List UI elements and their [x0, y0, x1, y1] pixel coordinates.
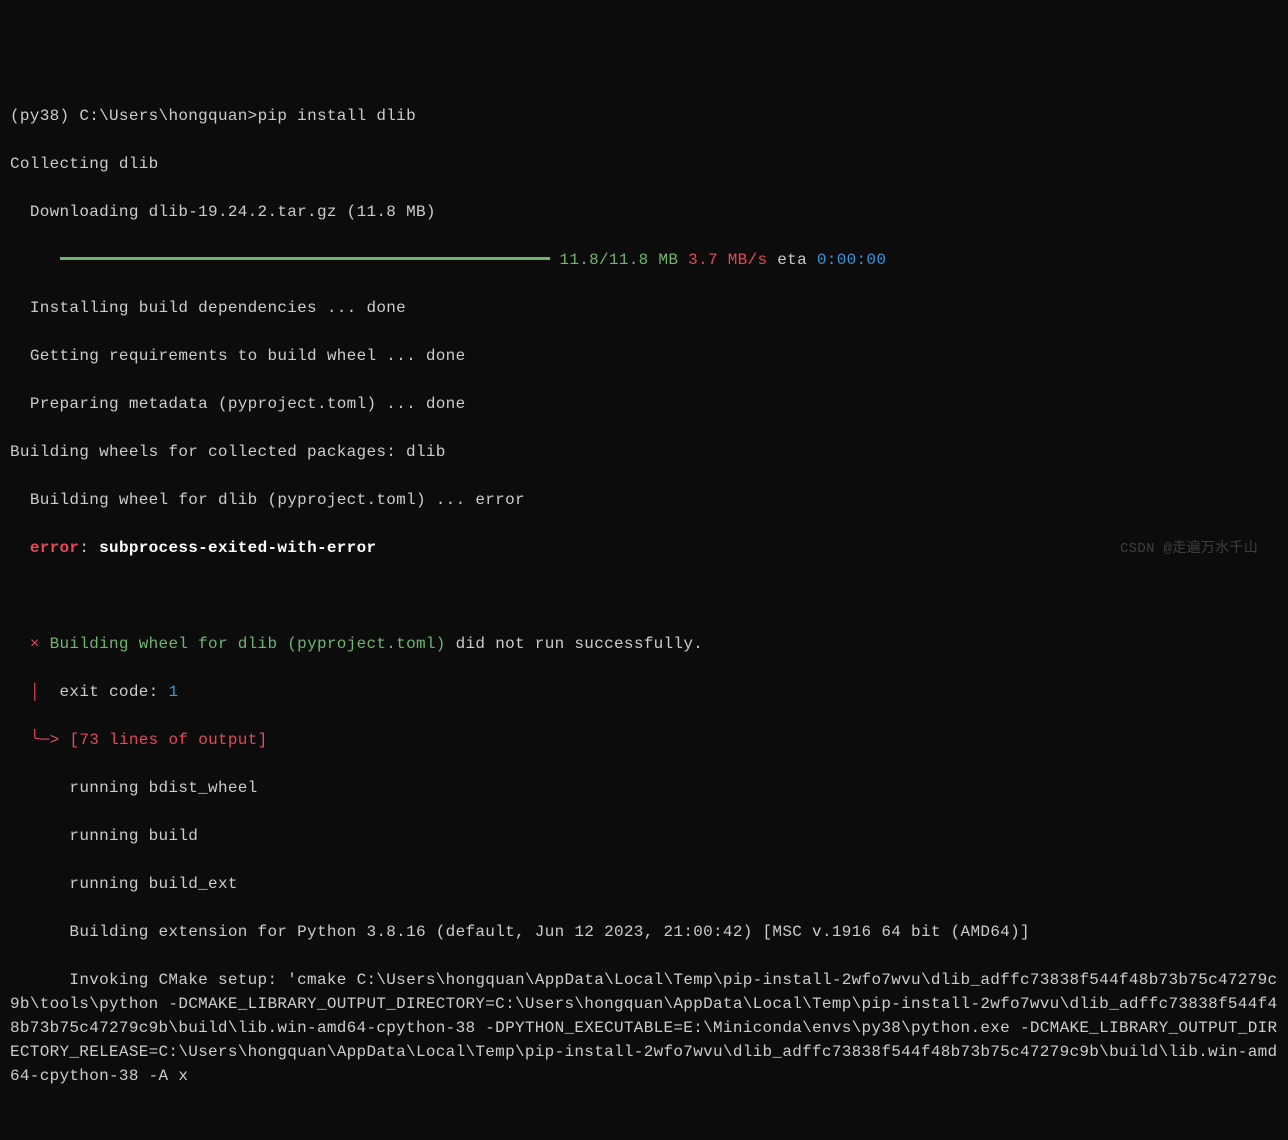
exit-code-label: exit code:	[40, 683, 169, 701]
cross-icon: ×	[30, 635, 40, 653]
output-line: Building extension for Python 3.8.16 (de…	[10, 920, 1278, 944]
progress-speed: 3.7 MB/s	[688, 251, 767, 269]
eta-label: eta	[777, 251, 807, 269]
output-line: Collecting dlib	[10, 152, 1278, 176]
output-line: Building wheel for dlib (pyproject.toml)…	[10, 488, 1278, 512]
command: pip install dlib	[258, 107, 416, 125]
prompt-line: (py38) C:\Users\hongquan>pip install dli…	[10, 104, 1278, 128]
arrow-icon: ╰─>	[30, 731, 60, 749]
error-detail-line: × Building wheel for dlib (pyproject.tom…	[10, 632, 1278, 656]
output-line: running build	[10, 824, 1278, 848]
eta-value: 0:00:00	[817, 251, 886, 269]
env-name: (py38)	[10, 107, 69, 125]
output-line: Getting requirements to build wheel ... …	[10, 344, 1278, 368]
pipe-icon: │	[30, 683, 40, 701]
error-message: subprocess-exited-with-error	[99, 539, 376, 557]
path: C:\Users\hongquan>	[79, 107, 257, 125]
output-label: [73 lines of output]	[69, 731, 267, 749]
progress-bar	[60, 257, 550, 260]
error-detail-line: ╰─> [73 lines of output]	[10, 728, 1278, 752]
output-line: Building wheels for collected packages: …	[10, 440, 1278, 464]
exit-code: 1	[168, 683, 178, 701]
building-wheel-text: Building wheel for dlib (pyproject.toml)	[50, 635, 446, 653]
progress-line: 11.8/11.8 MB 3.7 MB/s eta 0:00:00	[10, 248, 1278, 272]
error-label: error	[30, 539, 80, 557]
blank-line	[10, 584, 1278, 608]
cmake-line: Invoking CMake setup: 'cmake C:\Users\ho…	[10, 968, 1278, 1088]
error-line: error: subprocess-exited-with-error	[10, 536, 1278, 560]
error-detail-line: │ exit code: 1	[10, 680, 1278, 704]
output-line: running build_ext	[10, 872, 1278, 896]
watermark: CSDN @走遍万水千山	[1120, 539, 1258, 560]
progress-size: 11.8/11.8 MB	[559, 251, 678, 269]
output-line: Installing build dependencies ... done	[10, 296, 1278, 320]
output-line: Downloading dlib-19.24.2.tar.gz (11.8 MB…	[10, 200, 1278, 224]
output-line: running bdist_wheel	[10, 776, 1278, 800]
output-line: Preparing metadata (pyproject.toml) ... …	[10, 392, 1278, 416]
did-not-run: did not run successfully.	[446, 635, 703, 653]
